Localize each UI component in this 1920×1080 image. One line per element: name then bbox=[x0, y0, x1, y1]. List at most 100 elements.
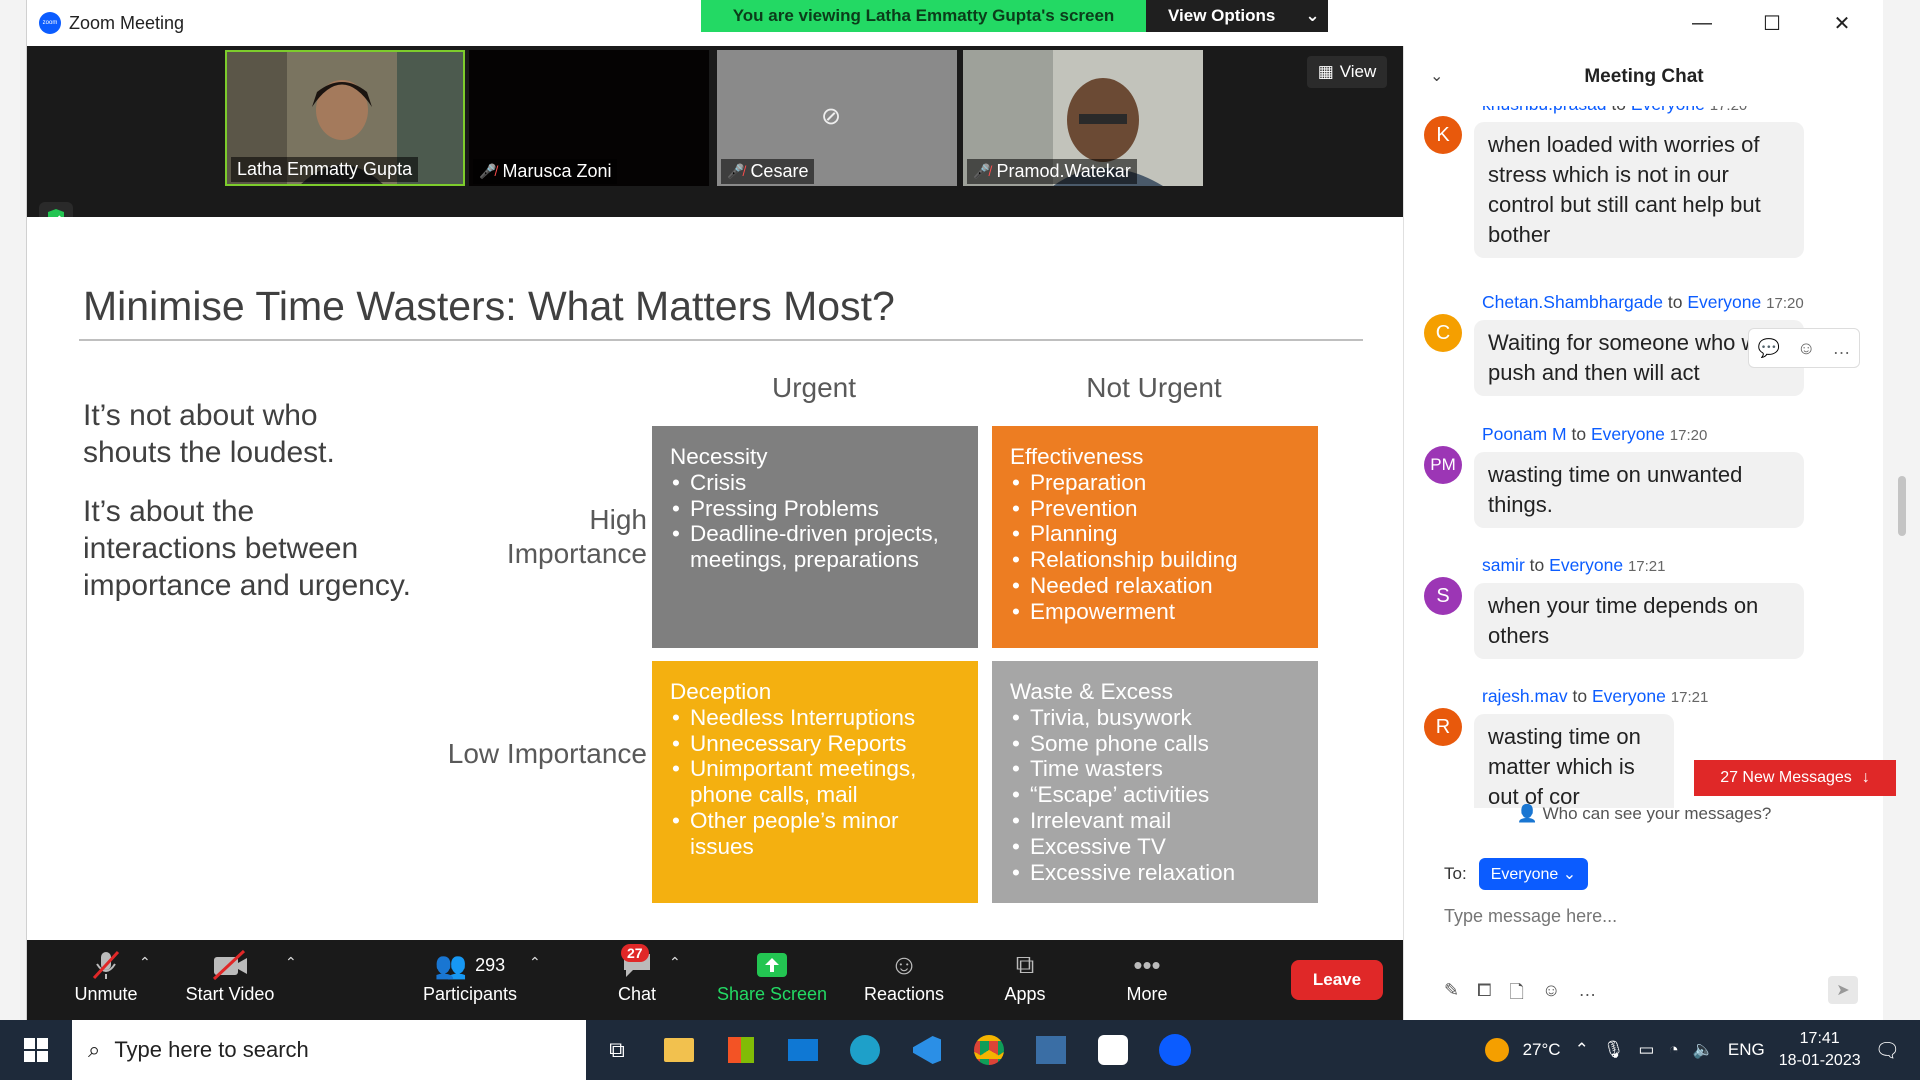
app-icon[interactable] bbox=[1020, 1020, 1082, 1080]
apps-button[interactable]: ⧉ Apps bbox=[985, 946, 1065, 1005]
participants-button[interactable]: 👥 293 Participants bbox=[405, 946, 535, 1005]
column-header-urgent: Urgent bbox=[771, 372, 857, 403]
mic-icon[interactable]: 🎙 bbox=[1603, 1040, 1625, 1060]
chat-unread-badge: 27 bbox=[621, 944, 649, 962]
mic-muted-icon: 🎤̸ bbox=[973, 163, 991, 179]
recipient-dropdown[interactable]: Everyone ⌄ bbox=[1478, 858, 1589, 890]
user-visibility-icon: 👤 bbox=[1516, 804, 1538, 823]
participant-name: 🎤̸ Marusca Zoni bbox=[473, 159, 618, 184]
start-video-button[interactable]: Start Video bbox=[175, 946, 285, 1005]
chat-message-list[interactable]: K khushbu.prasad to Everyone 17:20 when … bbox=[1404, 106, 1884, 808]
quadrant-item: Prevention bbox=[1010, 496, 1300, 522]
chat-tools: ✎ ⧠ 🗋 ☺ … bbox=[1444, 980, 1596, 1010]
arrow-down-icon: ↓ bbox=[1861, 769, 1870, 786]
camera-off-icon: ⊘ bbox=[821, 103, 842, 130]
who-can-see-link[interactable]: 👤 Who can see your messages? bbox=[1404, 804, 1884, 824]
file-explorer-icon[interactable] bbox=[648, 1020, 710, 1080]
unmute-button[interactable]: Unmute bbox=[61, 946, 151, 1005]
wifi-icon[interactable]: ◔ bbox=[1668, 1040, 1678, 1060]
viewing-banner: You are viewing Latha Emmatty Gupta's sc… bbox=[701, 0, 1146, 32]
message-meta: Poonam M to Everyone 17:20 bbox=[1482, 424, 1708, 444]
reactions-button[interactable]: ☺ Reactions bbox=[849, 946, 959, 1005]
quadrant-item: Preparation bbox=[1010, 470, 1300, 496]
message-meta: samir to Everyone 17:21 bbox=[1482, 555, 1666, 575]
quadrant-item: Excessive TV bbox=[1010, 834, 1300, 860]
unmute-options-caret[interactable]: ⌃ bbox=[139, 954, 151, 971]
microsoft-store-icon[interactable] bbox=[710, 1020, 772, 1080]
chat-button[interactable]: 27 Chat bbox=[595, 944, 679, 1005]
screenshot-icon[interactable]: ⧠ bbox=[1477, 980, 1491, 1010]
message-bubble: wasting time on matter which is out of c… bbox=[1474, 714, 1674, 808]
task-view-icon[interactable]: ⧉ bbox=[586, 1020, 648, 1080]
quadrant-title: Waste & Excess bbox=[1010, 679, 1173, 704]
language-indicator[interactable]: ENG bbox=[1728, 1040, 1765, 1060]
notifications-icon[interactable]: 🗨 bbox=[1875, 1038, 1900, 1063]
add-reaction-icon[interactable]: ☺ bbox=[1797, 338, 1815, 359]
taskbar-search[interactable]: ⌕ Type here to search bbox=[72, 1020, 586, 1080]
edge-icon[interactable] bbox=[834, 1020, 896, 1080]
more-button[interactable]: ••• More bbox=[1107, 946, 1187, 1005]
share-screen-button[interactable]: Share Screen bbox=[707, 946, 837, 1005]
message-meta: rajesh.mav to Everyone 17:21 bbox=[1482, 686, 1709, 706]
video-tile-latha[interactable]: Latha Emmatty Gupta bbox=[225, 50, 465, 186]
quadrant-item: Needless Interruptions bbox=[670, 705, 960, 731]
avatar: C bbox=[1424, 314, 1462, 352]
more-options-icon[interactable]: … bbox=[1832, 338, 1850, 359]
message-bubble: wasting time on unwanted things. bbox=[1474, 452, 1804, 528]
video-options-caret[interactable]: ⌃ bbox=[285, 954, 297, 971]
new-messages-button[interactable]: 27 New Messages ↓ bbox=[1694, 760, 1896, 796]
participants-options-caret[interactable]: ⌃ bbox=[529, 954, 541, 971]
chrome-icon[interactable] bbox=[958, 1020, 1020, 1080]
quadrant-item: Some phone calls bbox=[1010, 731, 1300, 757]
participant-name: 🎤̸ Pramod.Watekar bbox=[967, 159, 1137, 184]
file-icon[interactable]: 🗋 bbox=[1510, 980, 1524, 1010]
view-options-button[interactable]: View Options ⌄ bbox=[1146, 0, 1328, 32]
volume-icon[interactable]: 🔈 bbox=[1693, 1040, 1714, 1060]
vscode-icon[interactable] bbox=[896, 1020, 958, 1080]
zoom-window: zoom Zoom Meeting You are viewing Latha … bbox=[26, 0, 1906, 1020]
leave-button[interactable]: Leave bbox=[1291, 960, 1383, 1000]
quadrant-effectiveness: Effectiveness Preparation Prevention Pla… bbox=[992, 426, 1318, 648]
view-button[interactable]: ▦ View bbox=[1307, 56, 1387, 88]
system-tray: 27°C ⌃ 🎙 ▭ ◔ 🔈 ENG 17:41 18-01-2023 🗨 bbox=[1484, 1020, 1920, 1080]
chat-scrollbar[interactable] bbox=[1898, 476, 1906, 536]
battery-icon[interactable]: ▭ bbox=[1638, 1040, 1654, 1060]
participants-count: 293 bbox=[475, 954, 506, 975]
close-button[interactable]: ✕ bbox=[1807, 0, 1877, 46]
participants-icon: 👥 bbox=[434, 949, 468, 980]
desktop-background-left bbox=[0, 0, 26, 1020]
send-icon[interactable]: ➤ bbox=[1828, 976, 1858, 1004]
meeting-toolbar: Unmute ⌃ Start Video ⌃ 👥 293 Participant… bbox=[27, 940, 1403, 1020]
chat-message-input[interactable] bbox=[1444, 906, 1864, 927]
chevron-up-icon[interactable]: ⌃ bbox=[1575, 1040, 1589, 1060]
slide-left-text: It’s not about who shouts the loudest. I… bbox=[83, 397, 413, 604]
weather-icon[interactable] bbox=[1484, 1038, 1509, 1062]
quadrant-item: Planning bbox=[1010, 521, 1300, 547]
maximize-button[interactable]: ☐ bbox=[1737, 0, 1807, 46]
avatar: PM bbox=[1424, 446, 1462, 484]
emoji-icon[interactable]: ☺ bbox=[1542, 980, 1560, 1010]
reply-icon[interactable]: 💬 bbox=[1758, 338, 1780, 359]
minimize-button[interactable]: — bbox=[1667, 0, 1737, 46]
quadrant-item: Unimportant meetings, phone calls, mail bbox=[670, 756, 960, 808]
quadrant-item: Pressing Problems bbox=[670, 496, 960, 522]
quadrant-item: Irrelevant mail bbox=[1010, 808, 1300, 834]
mail-icon[interactable] bbox=[772, 1020, 834, 1080]
title-divider bbox=[79, 339, 1363, 341]
quadrant-title: Necessity bbox=[670, 444, 768, 469]
video-tile-pramod[interactable]: 🎤̸ Pramod.Watekar bbox=[963, 50, 1203, 186]
video-tile-marusca[interactable]: 🎤̸ Marusca Zoni bbox=[469, 50, 709, 186]
zoom-taskbar-icon[interactable] bbox=[1144, 1020, 1206, 1080]
temperature: 27°C bbox=[1522, 1040, 1561, 1059]
app-icon-2[interactable] bbox=[1082, 1020, 1144, 1080]
more-icon[interactable]: … bbox=[1578, 980, 1596, 1010]
start-button[interactable] bbox=[0, 1020, 72, 1080]
chat-options-caret[interactable]: ⌃ bbox=[669, 954, 681, 971]
video-tile-cesare[interactable]: ⊘ 🎤̸ Cesare bbox=[717, 50, 957, 186]
left-text-1: It’s not about who shouts the loudest. bbox=[83, 399, 335, 469]
format-text-icon[interactable]: ✎ bbox=[1444, 980, 1459, 1010]
avatar: S bbox=[1424, 577, 1462, 615]
clock[interactable]: 17:41 18-01-2023 bbox=[1779, 1028, 1861, 1072]
quadrant-item: Excessive relaxation bbox=[1010, 860, 1300, 886]
video-strip: Latha Emmatty Gupta 🎤̸ Marusca Zoni ⊘ 🎤̸… bbox=[27, 46, 1403, 236]
